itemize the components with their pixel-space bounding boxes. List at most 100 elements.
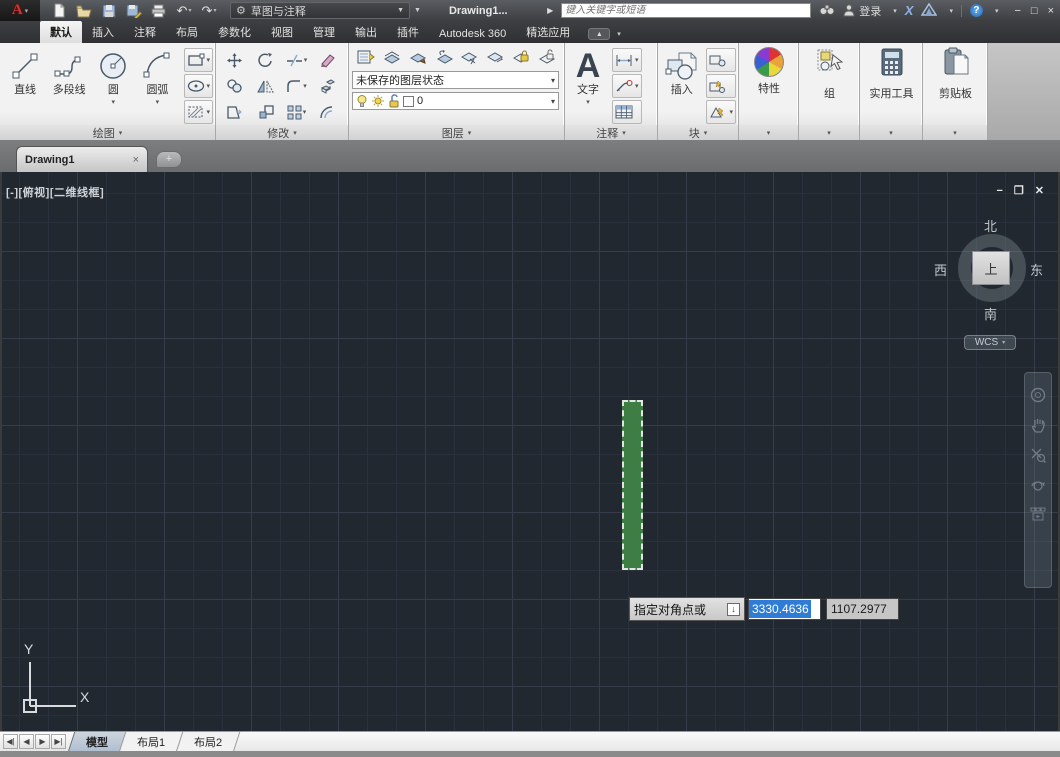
layer-properties-button[interactable]: [354, 46, 378, 68]
layer-lock-button[interactable]: [509, 46, 533, 68]
autodesk360-button[interactable]: [921, 3, 937, 19]
leader-dropdown-icon[interactable]: ▾: [635, 82, 639, 90]
file-tab-drawing1[interactable]: Drawing1 ×: [16, 146, 148, 172]
undo-button[interactable]: ↶▾: [175, 3, 193, 19]
search-button[interactable]: [819, 3, 835, 19]
redo-button[interactable]: ↷▾: [200, 3, 218, 19]
viewport-restore-icon[interactable]: ❐: [1014, 184, 1024, 197]
sign-in-button[interactable]: 登录: [843, 3, 881, 19]
layer-unlock-button[interactable]: [535, 46, 559, 68]
layer-dropdown[interactable]: 0 ▾: [352, 92, 559, 110]
explode-tool[interactable]: [312, 73, 343, 99]
new-file-button[interactable]: [50, 3, 68, 19]
panel-modify-title[interactable]: 修改▾: [216, 125, 348, 140]
trim-dropdown-icon[interactable]: ▾: [304, 56, 308, 64]
infocenter-expand-icon[interactable]: ▶: [547, 6, 553, 15]
hatch-tool[interactable]: ▾: [184, 100, 214, 124]
ribbon-minimize-button[interactable]: ▲ ▾: [588, 28, 621, 40]
maximize-button[interactable]: □: [1031, 5, 1038, 17]
compass-west[interactable]: 西: [934, 260, 947, 279]
panel-clipboard-expand[interactable]: ▾: [923, 125, 987, 140]
navwheel-icon[interactable]: [1030, 387, 1046, 408]
compass-south[interactable]: 南: [984, 304, 997, 323]
dynamic-input-y-field[interactable]: 1107.2977: [826, 598, 899, 620]
rotate-tool[interactable]: [250, 47, 281, 73]
insert-block-tool[interactable]: 插入: [661, 46, 702, 124]
move-tool[interactable]: [219, 47, 250, 73]
tab-default[interactable]: 默认: [40, 21, 82, 43]
zoom-icon[interactable]: [1030, 447, 1046, 468]
minimize-button[interactable]: −: [1014, 5, 1020, 17]
hatch-dropdown-icon[interactable]: ▾: [207, 108, 211, 116]
arc-dropdown-icon[interactable]: ▾: [156, 98, 160, 106]
next-layout-button[interactable]: ▶: [35, 734, 50, 749]
panel-layers-title[interactable]: 图层▾: [349, 125, 564, 140]
plot-button[interactable]: [150, 3, 168, 19]
dimension-dropdown-icon[interactable]: ▾: [635, 56, 639, 64]
ucs-icon[interactable]: Y X: [12, 640, 107, 725]
compass-east[interactable]: 东: [1030, 260, 1043, 279]
tab-plugins[interactable]: 插件: [387, 21, 429, 43]
viewcube-top-face[interactable]: 上: [972, 251, 1010, 285]
panel-properties-expand[interactable]: ▾: [739, 125, 798, 140]
open-file-button[interactable]: [75, 3, 93, 19]
panel-annotate-title[interactable]: 注释▾: [565, 125, 657, 140]
tab-view[interactable]: 视图: [261, 21, 303, 43]
signin-dropdown-icon[interactable]: ▾: [893, 7, 897, 15]
showmotion-icon[interactable]: [1030, 507, 1046, 526]
rectangle-tool[interactable]: ▾: [184, 48, 214, 72]
drawing-canvas[interactable]: [-][俯视][二维线框] − ❐ ✕ 上 北 西 东 南 WCS ▾ 指定对角: [2, 172, 1058, 731]
help-dropdown-icon[interactable]: ▾: [995, 7, 999, 15]
circle-dropdown-icon[interactable]: ▾: [112, 98, 116, 106]
mirror-tool[interactable]: [250, 73, 281, 99]
file-tab-close-icon[interactable]: ×: [133, 154, 139, 166]
save-as-button[interactable]: [125, 3, 143, 19]
array-tool[interactable]: ▾: [281, 99, 312, 125]
tab-insert[interactable]: 插入: [82, 21, 124, 43]
viewport-close-icon[interactable]: ✕: [1035, 184, 1044, 197]
layer-unisolate-button[interactable]: [483, 46, 507, 68]
leader-tool[interactable]: ▾: [612, 74, 642, 98]
tab-parametric[interactable]: 参数化: [208, 21, 261, 43]
qat-customize-button[interactable]: ▼: [414, 7, 421, 14]
tab-featured-apps[interactable]: 精选应用: [516, 21, 580, 43]
layer-isolate-button[interactable]: [458, 46, 482, 68]
wcs-dropdown[interactable]: WCS ▾: [964, 335, 1016, 350]
panel-block-title[interactable]: 块▾: [658, 125, 738, 140]
search-input[interactable]: [561, 3, 811, 18]
ellipse-dropdown-icon[interactable]: ▾: [207, 82, 211, 90]
save-button[interactable]: [100, 3, 118, 19]
fillet-tool[interactable]: ▾: [281, 73, 312, 99]
layer-on-off-button[interactable]: [380, 46, 404, 68]
panel-properties[interactable]: 特性 ▾: [739, 43, 799, 140]
table-tool[interactable]: [612, 100, 642, 124]
viewport-controls-label[interactable]: [-][俯视][二维线框]: [6, 184, 104, 200]
viewport-minimize-icon[interactable]: −: [996, 185, 1002, 197]
close-button[interactable]: ×: [1048, 5, 1054, 17]
tab-manage[interactable]: 管理: [303, 21, 345, 43]
create-block-tool[interactable]: [706, 48, 736, 72]
text-dropdown-icon[interactable]: ▾: [586, 98, 590, 106]
copy-tool[interactable]: [219, 73, 250, 99]
last-layout-button[interactable]: ▶|: [51, 734, 66, 749]
layout-tab-layout1[interactable]: 布局1: [119, 732, 184, 752]
rectangle-dropdown-icon[interactable]: ▾: [207, 56, 211, 64]
tab-autodesk360[interactable]: Autodesk 360: [429, 25, 516, 43]
ellipse-tool[interactable]: ▾: [184, 74, 214, 98]
attributes-dropdown-icon[interactable]: ▾: [729, 108, 733, 116]
layer-state-dropdown[interactable]: 未保存的图层状态 ▾: [352, 71, 559, 89]
dynamic-input-x-field[interactable]: 3330.4636: [748, 598, 821, 620]
panel-clipboard[interactable]: 剪贴板 ▾: [923, 43, 988, 140]
dynamic-input-options-icon[interactable]: ↓: [727, 603, 740, 616]
panel-group[interactable]: 组 ▾: [799, 43, 860, 140]
text-tool[interactable]: A 文字 ▾: [568, 46, 608, 124]
panel-utilities-expand[interactable]: ▾: [860, 125, 922, 140]
help-button[interactable]: ?: [970, 4, 983, 17]
stretch-tool[interactable]: [219, 99, 250, 125]
polyline-tool[interactable]: 多段线: [47, 46, 91, 124]
layout-tab-model[interactable]: 模型: [68, 732, 126, 752]
trim-tool[interactable]: ▾: [281, 47, 312, 73]
prev-layout-button[interactable]: ◀: [19, 734, 34, 749]
panel-utilities[interactable]: 实用工具 ▾: [860, 43, 923, 140]
compass-north[interactable]: 北: [984, 216, 997, 235]
